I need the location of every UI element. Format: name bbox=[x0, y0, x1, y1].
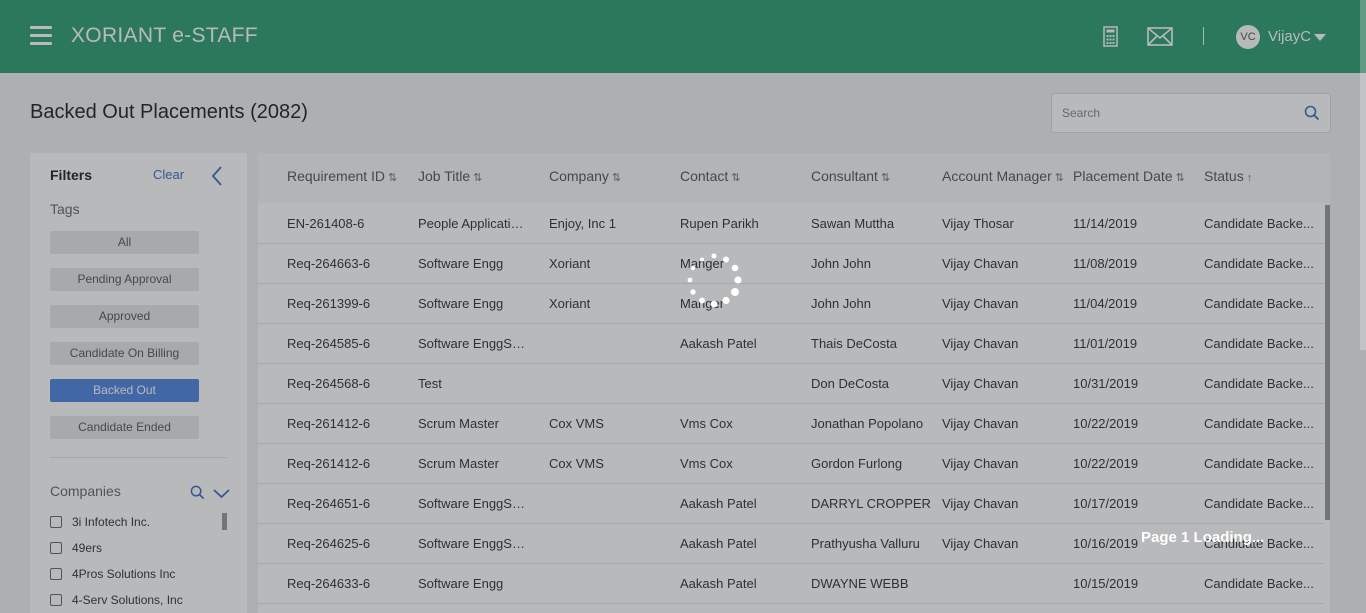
page-scrollbar[interactable] bbox=[1360, 0, 1366, 350]
loading-spinner-icon bbox=[686, 252, 742, 308]
loading-text: Page 1 Loading... bbox=[1141, 529, 1265, 546]
loading-overlay: Page 1 Loading... bbox=[0, 0, 1366, 613]
